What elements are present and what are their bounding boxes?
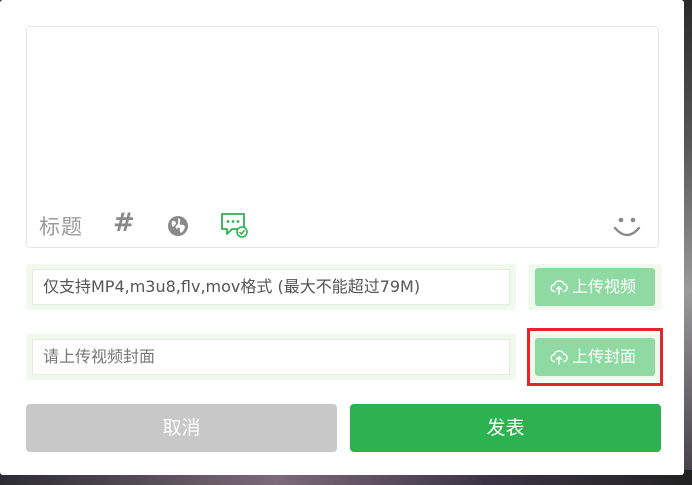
- smile-icon[interactable]: [612, 211, 642, 241]
- hashtag-icon[interactable]: #: [113, 208, 135, 238]
- video-path-field[interactable]: 仅支持MP4,m3u8,flv,mov格式 (最大不能超过79M): [32, 269, 510, 305]
- upload-video-button[interactable]: 上传视频: [535, 268, 655, 306]
- upload-cover-button[interactable]: 上传封面: [535, 338, 655, 376]
- upload-cover-label: 上传封面: [572, 347, 637, 366]
- cover-path-field[interactable]: 请上传视频封面: [32, 339, 510, 375]
- cancel-button[interactable]: 取消: [26, 404, 337, 452]
- title-button[interactable]: 标题: [39, 211, 83, 241]
- video-upload-wrap: 上传视频: [528, 264, 662, 310]
- chat-check-icon[interactable]: [220, 211, 248, 239]
- globe-icon[interactable]: [167, 215, 189, 237]
- post-dialog: 标题 # 仅支持MP4,m3u8,flv,mov格式 (最大不能超过79M) 上…: [0, 0, 684, 475]
- upload-video-label: 上传视频: [572, 277, 637, 296]
- publish-button[interactable]: 发表: [350, 404, 661, 452]
- video-upload-row: 仅支持MP4,m3u8,flv,mov格式 (最大不能超过79M): [26, 264, 516, 310]
- cloud-upload-icon: [550, 280, 568, 295]
- cover-upload-row: 请上传视频封面: [26, 334, 516, 380]
- cloud-upload-icon: [550, 350, 568, 365]
- content-editor[interactable]: 标题 #: [26, 26, 659, 248]
- cover-upload-wrap: 上传封面: [528, 334, 662, 380]
